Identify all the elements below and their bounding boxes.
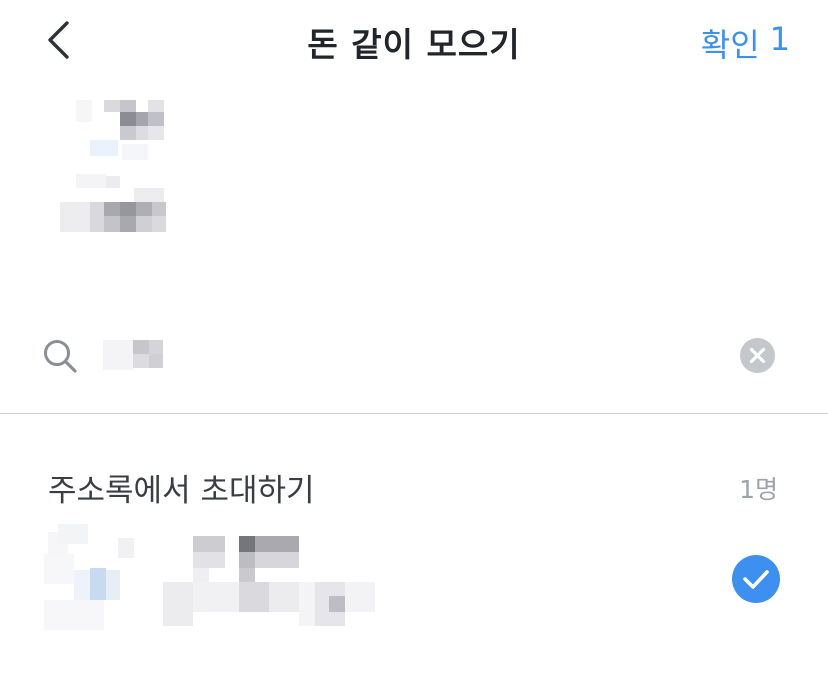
- selected-contact-chip[interactable]: [60, 100, 168, 236]
- checkmark-icon: [743, 570, 769, 589]
- contact-row[interactable]: [0, 520, 828, 632]
- confirm-button[interactable]: 확인 1: [701, 20, 790, 66]
- section-count: 1명: [739, 475, 778, 504]
- confirm-label: 확인: [700, 26, 760, 64]
- contact-name: [163, 536, 375, 626]
- search-input[interactable]: [103, 338, 163, 370]
- contact-avatar: [44, 524, 164, 630]
- clear-search-button[interactable]: [740, 338, 775, 373]
- chevron-left-icon: [48, 21, 69, 59]
- invite-screen: 돈 같이 모으기 확인 1 주소록에서 초대하기 1명: [0, 0, 828, 689]
- divider: [0, 413, 828, 414]
- search-icon: [44, 340, 77, 373]
- section-title: 주소록에서 초대하기: [48, 473, 315, 509]
- contact-selected-checkbox[interactable]: [732, 555, 780, 603]
- header-bar: 돈 같이 모으기 확인 1: [0, 0, 828, 84]
- search-bar[interactable]: [0, 318, 828, 392]
- confirm-count: 1: [769, 20, 790, 58]
- back-button[interactable]: [34, 14, 82, 66]
